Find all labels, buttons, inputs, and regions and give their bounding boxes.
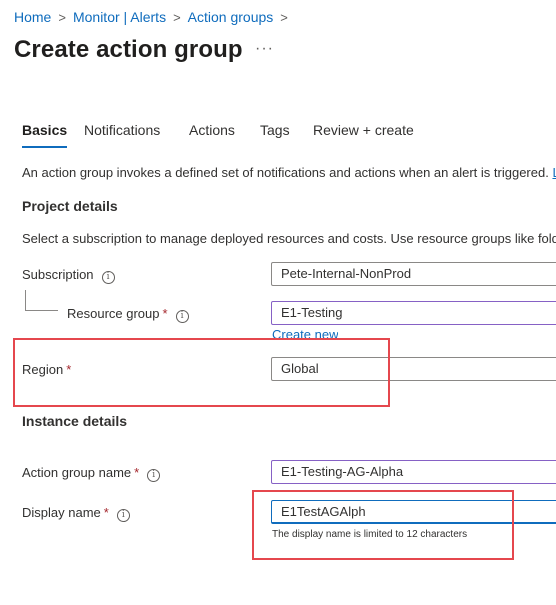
instance-details-heading: Instance details <box>22 413 128 429</box>
action-group-name-input[interactable]: E1-Testing-AG-Alpha <box>271 460 556 484</box>
breadcrumb-monitor-alerts[interactable]: Monitor | Alerts <box>73 9 166 25</box>
required-marker: * <box>162 306 168 321</box>
learn-more-link[interactable]: L <box>552 165 556 180</box>
info-icon[interactable]: i <box>116 509 130 522</box>
subscription-select[interactable]: Pete-Internal-NonProd <box>271 262 556 286</box>
tab-basics[interactable]: Basics <box>22 122 68 148</box>
intro-text: An action group invokes a defined set of… <box>22 165 556 180</box>
tab-notifications[interactable]: Notifications <box>84 122 160 146</box>
breadcrumb-home[interactable]: Home <box>14 9 51 25</box>
tab-review-create[interactable]: Review + create <box>313 122 414 146</box>
subscription-label: Subscription i <box>22 267 115 284</box>
breadcrumb-action-groups[interactable]: Action groups <box>188 9 274 25</box>
display-name-highlight-box <box>252 490 514 560</box>
display-name-label: Display name * i <box>22 505 130 522</box>
resource-group-label-text: Resource group <box>67 306 160 321</box>
tree-connector <box>25 290 58 311</box>
subscription-label-text: Subscription <box>22 267 94 282</box>
tab-actions[interactable]: Actions <box>189 122 235 146</box>
chevron-right-icon: > <box>58 10 66 25</box>
project-details-description: Select a subscription to manage deployed… <box>22 231 556 246</box>
project-details-heading: Project details <box>22 198 118 214</box>
display-name-label-text: Display name <box>22 505 101 520</box>
required-marker: * <box>103 505 109 520</box>
action-group-name-label-text: Action group name <box>22 465 132 480</box>
info-icon[interactable]: i <box>101 271 115 284</box>
info-icon[interactable]: i <box>147 469 161 482</box>
resource-group-select[interactable]: E1-Testing <box>271 301 556 325</box>
more-options-icon[interactable]: ··· <box>255 40 274 58</box>
action-group-name-label: Action group name * i <box>22 465 161 482</box>
resource-group-label: Resource group * i <box>67 306 189 323</box>
chevron-right-icon: > <box>280 10 288 25</box>
intro-description: An action group invokes a defined set of… <box>22 165 549 180</box>
region-highlight-box <box>13 338 390 407</box>
page-title: Create action group <box>14 36 243 63</box>
info-icon[interactable]: i <box>175 310 189 323</box>
required-marker: * <box>134 465 140 480</box>
chevron-right-icon: > <box>173 10 181 25</box>
breadcrumb: Home > Monitor | Alerts > Action groups > <box>14 9 295 25</box>
tab-tags[interactable]: Tags <box>260 122 290 146</box>
